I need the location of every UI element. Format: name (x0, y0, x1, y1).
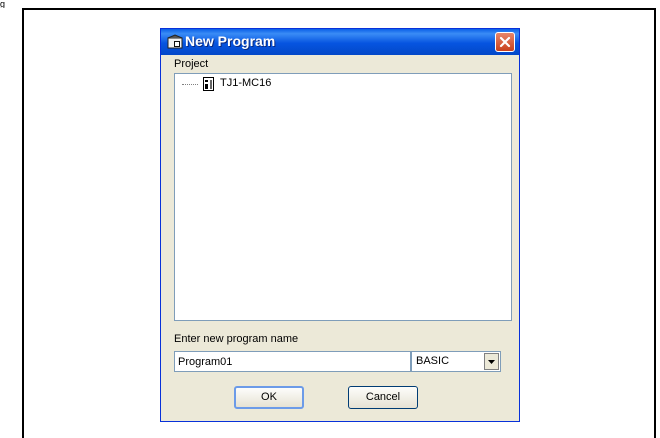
project-tree[interactable]: TJ1-MC16 (174, 73, 512, 321)
controller-icon (203, 77, 214, 91)
program-type-select[interactable]: BASIC (411, 351, 501, 372)
project-label: Project (174, 58, 209, 70)
tree-item-tj1-mc16[interactable]: TJ1-MC16 (220, 77, 271, 89)
new-program-dialog: New Program Project TJ1-MC16 Enter new p… (160, 28, 520, 422)
program-type-value: BASIC (416, 355, 450, 367)
cancel-button[interactable]: Cancel (348, 386, 418, 409)
close-icon (499, 36, 511, 48)
dialog-title: New Program (185, 33, 276, 49)
ok-button[interactable]: OK (234, 386, 304, 409)
program-name-label: Enter new program name (174, 333, 299, 345)
title-bar[interactable]: New Program (161, 29, 519, 55)
close-button[interactable] (495, 32, 515, 52)
dropdown-arrow-icon (488, 360, 495, 364)
program-name-input[interactable] (174, 351, 411, 372)
page-corner-text: g (0, 0, 6, 8)
dropdown-button[interactable] (484, 353, 499, 370)
window-app-icon (167, 34, 183, 49)
tree-connector (182, 84, 198, 85)
